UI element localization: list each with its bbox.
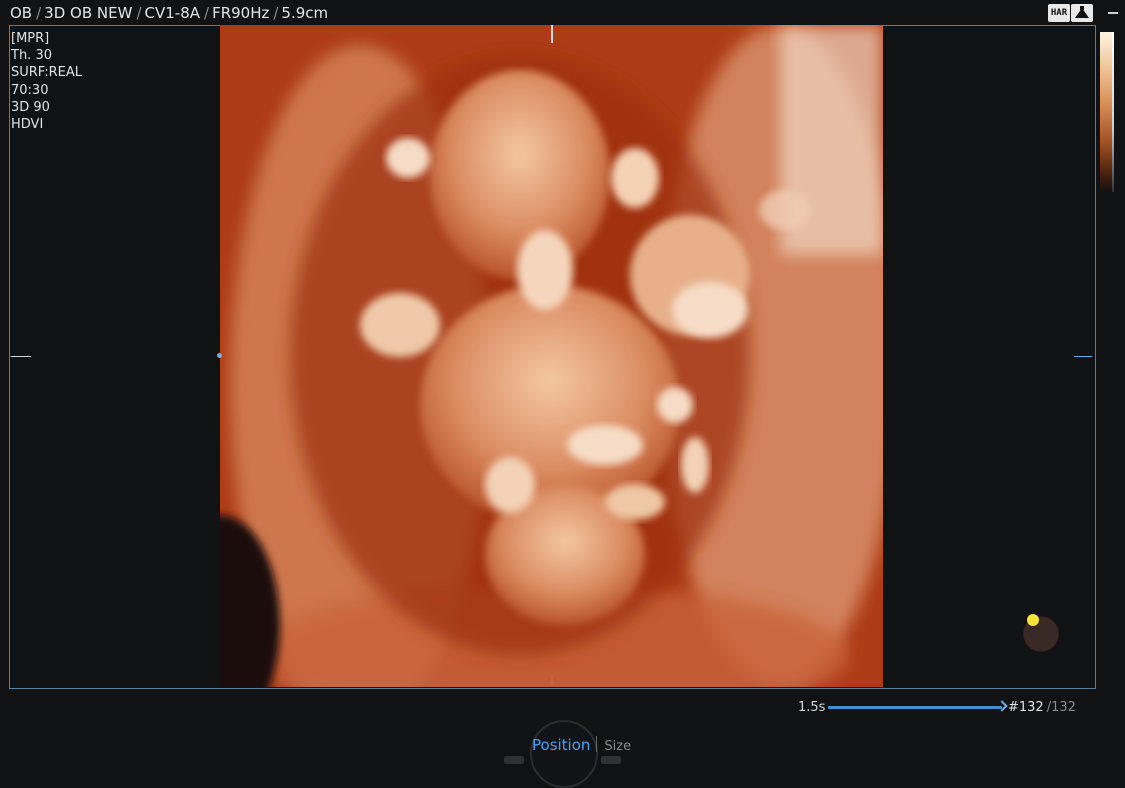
cine-time: 1.5s (798, 700, 826, 715)
cine-progress-track[interactable] (828, 706, 1002, 709)
exam-breadcrumb: OB/3D OB NEW / CV1-8A / FR90Hz/5.9cm (10, 0, 328, 26)
param-thickness: Th. 30 (11, 48, 52, 64)
cine-progress-handle[interactable] (996, 700, 1008, 712)
knob-left-button[interactable] (504, 756, 524, 764)
acquisition-parameters: [MPR] Th. 30 SURF:REAL 70:30 3D 90 HDVI (11, 30, 82, 133)
light-source-icon[interactable] (1022, 614, 1060, 653)
cine-current-frame: #132 (1008, 700, 1044, 715)
knob-labels: Position Size (532, 735, 631, 757)
knob-right-button[interactable] (601, 756, 621, 764)
probe-name: CV1-8A (144, 4, 201, 22)
param-mode: [MPR] (11, 31, 50, 46)
fetal-3d-render[interactable] (220, 25, 883, 687)
param-mix: 70:30 (11, 82, 49, 98)
breadcrumb-separator: / (136, 4, 142, 22)
status-header: OB/3D OB NEW / CV1-8A / FR90Hz/5.9cm HAR (0, 0, 1125, 26)
knob-divider (596, 736, 598, 752)
marker-left-dot (217, 353, 222, 358)
breadcrumb-separator: / (204, 4, 210, 22)
marker-bottom (551, 675, 553, 687)
preset-name: 3D OB NEW (44, 4, 133, 22)
param-surface: SURF:REAL (11, 65, 83, 81)
marker-left (11, 356, 31, 357)
color-map-edge (1112, 32, 1114, 192)
marker-top (551, 25, 553, 43)
har-badge: HAR (1048, 4, 1070, 22)
knob-size-label[interactable]: Size (604, 739, 631, 754)
param-3d-quality: 3D 90 (11, 99, 50, 115)
minimize-icon[interactable] (1108, 12, 1118, 14)
breadcrumb-separator: / (273, 4, 279, 22)
marker-right (1074, 356, 1092, 357)
knob-position-label[interactable]: Position (532, 736, 590, 754)
depth-value: 5.9cm (281, 4, 329, 22)
param-render: HDVI (11, 117, 44, 133)
cine-frame-counter: #132/132 (1008, 698, 1076, 718)
breadcrumb-separator: / (36, 4, 42, 22)
probe-icon (1071, 4, 1093, 22)
exam-type: OB (10, 4, 33, 22)
frame-rate: FR90Hz (212, 4, 270, 22)
cine-total-frames: /132 (1046, 700, 1076, 715)
